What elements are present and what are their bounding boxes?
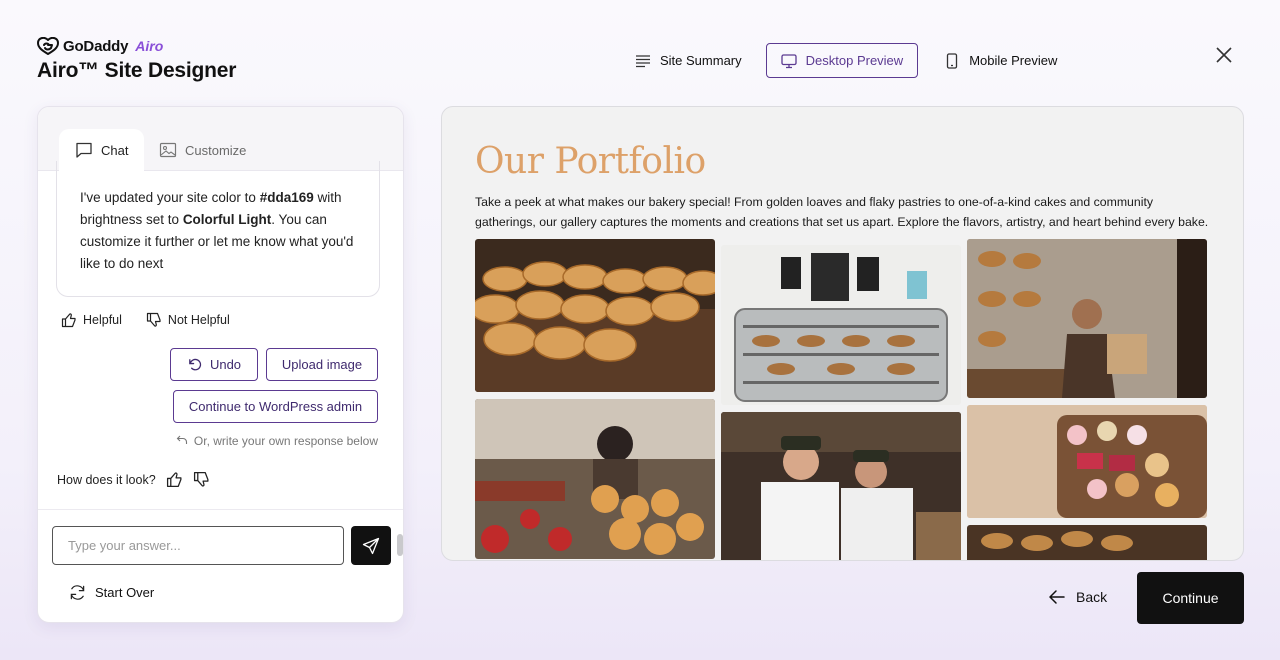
tab-customize-label: Customize	[185, 142, 247, 158]
start-over-button[interactable]: Start Over	[69, 584, 154, 601]
rating-question: How does it look?	[57, 472, 156, 487]
portfolio-description: Take a peek at what makes our bakery spe…	[475, 195, 1209, 229]
arrow-left-icon	[1049, 590, 1065, 604]
rating-row: How does it look?	[57, 471, 210, 488]
thumbs-up-icon[interactable]	[166, 471, 183, 488]
undo-icon	[189, 358, 202, 371]
close-button[interactable]	[1214, 45, 1234, 65]
back-button[interactable]: Back	[1048, 588, 1107, 606]
color-value: #dda169	[259, 190, 314, 205]
answer-input[interactable]	[52, 526, 344, 565]
gallery-photo-bakers	[721, 412, 961, 560]
helpful-button[interactable]: Helpful	[61, 312, 122, 328]
desktop-preview[interactable]: Our Portfolio Take a peek at what makes …	[441, 106, 1244, 561]
undo-button[interactable]: Undo	[170, 348, 258, 381]
godaddy-logo: GoDaddy Airo	[37, 36, 236, 56]
continue-wordpress-label: Continue to WordPress admin	[188, 399, 363, 414]
desktop-preview-label: Desktop Preview	[805, 53, 904, 68]
upload-image-label: Upload image	[281, 357, 363, 372]
mobile-icon	[947, 52, 958, 69]
send-icon	[362, 537, 380, 554]
thumbs-up-icon	[61, 313, 76, 328]
gallery-photo-pastry-case	[475, 399, 715, 559]
not-helpful-button[interactable]: Not Helpful	[146, 312, 230, 328]
continue-wordpress-button[interactable]: Continue to WordPress admin	[173, 390, 378, 423]
desktop-icon	[780, 53, 797, 68]
not-helpful-label: Not Helpful	[167, 313, 230, 327]
gallery-photo-bread-shelves	[967, 525, 1207, 560]
mobile-preview-label: Mobile Preview	[969, 53, 1058, 68]
portfolio-title: Our Portfolio	[475, 141, 706, 182]
brand-product: Airo	[135, 38, 164, 54]
thumbs-down-icon[interactable]	[193, 471, 210, 488]
photo-gallery	[475, 239, 1208, 560]
mobile-preview-button[interactable]: Mobile Preview	[929, 43, 1072, 78]
compose-area: Start Over	[38, 509, 403, 622]
quick-actions: Undo Upload image Continue to WordPress …	[163, 348, 378, 448]
refresh-icon	[70, 585, 85, 600]
close-icon	[1216, 47, 1232, 63]
gallery-photo-cakes	[967, 405, 1207, 518]
gallery-photo-bakery-counter	[721, 245, 961, 405]
image-icon	[159, 142, 177, 158]
brand-company: GoDaddy	[63, 37, 129, 55]
chat-bubble-icon	[76, 142, 92, 158]
assistant-message: I've updated your site color to #dda169 …	[56, 161, 380, 297]
site-summary-label: Site Summary	[660, 53, 742, 68]
back-label: Back	[1076, 589, 1108, 605]
brightness-value: Colorful Light	[182, 212, 272, 227]
chat-panel: Chat Customize I've updated your site co…	[37, 106, 404, 623]
brand: GoDaddy Airo Airo™ Site Designer	[37, 36, 236, 83]
send-button[interactable]	[351, 526, 391, 565]
tab-chat-label: Chat	[101, 142, 129, 158]
helpful-label: Helpful	[83, 313, 122, 327]
godaddy-logo-icon	[37, 37, 59, 55]
response-hint-text: Or, write your own response below	[193, 434, 378, 448]
thumbs-down-icon	[146, 312, 161, 327]
reply-arrow-icon	[176, 435, 187, 444]
continue-button[interactable]: Continue	[1137, 572, 1244, 624]
chat-messages[interactable]: I've updated your site color to #dda169 …	[38, 161, 403, 556]
desktop-preview-button[interactable]: Desktop Preview	[765, 43, 919, 78]
gallery-photo-shop-owner	[967, 239, 1207, 398]
gallery-photo-bread-rolls	[475, 239, 715, 392]
continue-label: Continue	[1162, 590, 1219, 606]
message-text-1: I've updated your site color to	[80, 190, 260, 205]
response-hint: Or, write your own response below	[163, 434, 378, 448]
list-lines-icon	[636, 54, 650, 67]
site-summary-button[interactable]: Site Summary	[620, 43, 757, 78]
upload-image-button[interactable]: Upload image	[266, 348, 378, 381]
start-over-label: Start Over	[95, 585, 155, 600]
undo-label: Undo	[209, 357, 242, 372]
message-feedback: Helpful Not Helpful	[61, 312, 230, 328]
page-title: Airo™ Site Designer	[37, 59, 237, 82]
top-nav: Site Summary Desktop Preview Mobile Prev…	[620, 43, 1072, 78]
